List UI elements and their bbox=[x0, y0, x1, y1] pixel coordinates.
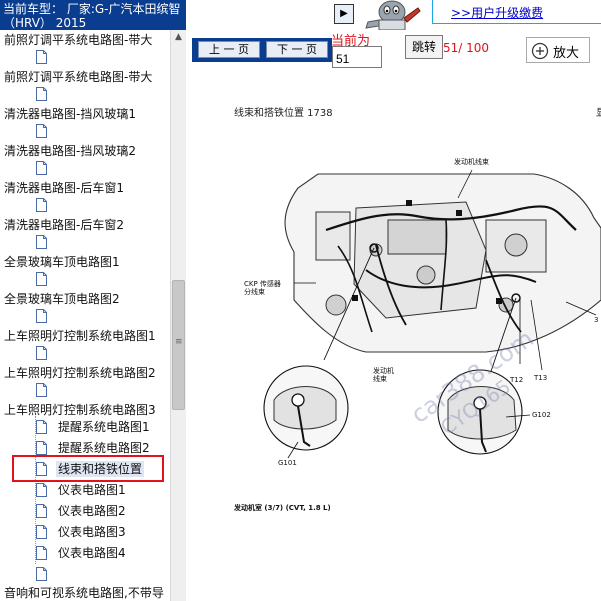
tree-sub-item[interactable]: 提醒系统电路图1 bbox=[30, 418, 170, 438]
upgrade-box: >>用户升级缴费 bbox=[432, 0, 601, 24]
tree-item-label: 清洗器电路图-后车窗2 bbox=[4, 218, 124, 232]
doc-icon bbox=[36, 346, 47, 360]
selection-highlight-box bbox=[12, 455, 164, 482]
doc-icon bbox=[36, 483, 47, 497]
doc-icon bbox=[36, 124, 47, 138]
doc-icon bbox=[36, 198, 47, 212]
tree-item-label: 前照灯调平系统电路图-带大 bbox=[4, 33, 153, 47]
vehicle-title: 当前车型： 厂家:G-广汽本田缤智（HRV） 2015 bbox=[3, 2, 181, 30]
doc-icon bbox=[36, 272, 47, 286]
doc-icon bbox=[36, 161, 47, 175]
label-g101: G101 bbox=[278, 459, 297, 467]
tree-item[interactable]: 前照灯调平系统电路图-带大 bbox=[0, 67, 170, 104]
mascot-icon bbox=[362, 0, 424, 31]
jump-button[interactable]: 跳转 bbox=[405, 35, 443, 59]
label-ckp-sensor-2: 分线束 bbox=[244, 288, 265, 296]
scroll-grip-icon: ≡ bbox=[175, 337, 183, 347]
upgrade-payment-link[interactable]: >>用户升级缴费 bbox=[451, 4, 543, 21]
catalog-tree: 前照灯调平系统电路图-带大 前照灯调平系统电路图-带大 清洗器电路图-挡风玻璃1… bbox=[0, 30, 170, 601]
label-t13: T13 bbox=[534, 374, 548, 382]
doc-icon bbox=[36, 383, 47, 397]
zoom-in-icon bbox=[531, 42, 549, 64]
tree-sub-item[interactable]: 仪表电路图4 bbox=[30, 544, 170, 564]
tree-item-label: 上车照明灯控制系统电路图3 bbox=[4, 403, 156, 417]
tree-item-label: 清洗器电路图-后车窗1 bbox=[4, 181, 124, 195]
tree-item-label: 清洗器电路图-挡风玻璃2 bbox=[4, 144, 136, 158]
tree-item[interactable]: 音响和可视系统电路图,不带导 bbox=[0, 583, 170, 601]
label-ckp-sensor: CKP 传感器 bbox=[244, 280, 281, 288]
doc-icon bbox=[36, 546, 47, 560]
doc-icon bbox=[36, 235, 47, 249]
doc-icon bbox=[36, 309, 47, 323]
tree-item[interactable]: 清洗器电路图-挡风玻璃2 bbox=[0, 141, 170, 178]
label-engine-harness: 发动机线束 bbox=[454, 158, 489, 166]
tree-item-label: 前照灯调平系统电路图-带大 bbox=[4, 70, 153, 84]
tree-sub-item-label: 提醒系统电路图2 bbox=[58, 441, 150, 455]
tree-item-label: 全景玻璃车顶电路图2 bbox=[4, 292, 120, 306]
label-engine-harness-side: 发动机 bbox=[373, 367, 394, 375]
tree-scrollbar[interactable]: ▲ ≡ bbox=[170, 30, 186, 601]
tree-sub-item-label: 提醒系统电路图1 bbox=[58, 420, 150, 434]
tree-sub-item-label: 仪表电路图1 bbox=[58, 483, 126, 497]
diagram-caption: 发动机室 (3/7) (CVT, 1.8 L) bbox=[234, 504, 331, 512]
tree-sub-item-label: 仪表电路图3 bbox=[58, 525, 126, 539]
tree-item[interactable]: 清洗器电路图-后车窗2 bbox=[0, 215, 170, 252]
doc-icon bbox=[36, 567, 47, 581]
label-t12: T12 bbox=[510, 376, 524, 384]
page-number-input[interactable] bbox=[332, 46, 382, 68]
left-pane: 当前车型： 厂家:G-广汽本田缤智（HRV） 2015 前照灯调平系统电路图-带… bbox=[0, 0, 186, 601]
tree-item[interactable]: 清洗器电路图-后车窗1 bbox=[0, 178, 170, 215]
toolbar: 上 一 页 下 一 页 当前为 跳转 51/ 100 放大 bbox=[186, 30, 601, 70]
doc-icon bbox=[36, 87, 47, 101]
zoom-in-label: 放大 bbox=[553, 46, 580, 61]
page-count: 51/ 100 bbox=[443, 41, 490, 55]
engine-bay-diagram bbox=[263, 169, 601, 459]
document-view[interactable]: 线束和搭铁位置 1738 显 bbox=[186, 70, 601, 601]
tree-item-label: 清洗器电路图-挡风玻璃1 bbox=[4, 107, 136, 121]
doc-icon bbox=[36, 504, 47, 518]
tree-sub-item-label: 仪表电路图4 bbox=[58, 546, 126, 560]
tree-item-label: 音响和可视系统电路图,不带导 bbox=[4, 586, 164, 600]
prev-page-button[interactable]: 上 一 页 bbox=[198, 41, 260, 58]
doc-icon bbox=[36, 420, 47, 434]
tree-item[interactable]: 全景玻璃车顶电路图2 bbox=[0, 289, 170, 326]
tree-item-label: 全景玻璃车顶电路图1 bbox=[4, 255, 120, 269]
zoom-in-button[interactable]: 放大 bbox=[526, 37, 590, 63]
scroll-up-arrow-icon[interactable]: ▲ bbox=[171, 30, 186, 45]
tree-item[interactable]: 上车照明灯控制系统电路图1 bbox=[0, 326, 170, 363]
tree-sub-item[interactable]: 仪表电路图1 bbox=[30, 481, 170, 501]
tree-item[interactable]: 清洗器电路图-挡风玻璃1 bbox=[0, 104, 170, 141]
collapse-arrow-icon[interactable]: ▶ bbox=[334, 4, 354, 24]
page-nav-strip: 上 一 页 下 一 页 bbox=[192, 38, 332, 62]
doc-icon bbox=[36, 441, 47, 455]
top-banner: ▶ >>用户升级缴费 bbox=[186, 0, 601, 31]
tree-sub-item[interactable]: 仪表电路图2 bbox=[30, 502, 170, 522]
tree-sub-item-label: 仪表电路图2 bbox=[58, 504, 126, 518]
vehicle-title-bar: 当前车型： 厂家:G-广汽本田缤智（HRV） 2015 bbox=[0, 0, 186, 30]
doc-icon bbox=[36, 50, 47, 64]
next-page-button[interactable]: 下 一 页 bbox=[266, 41, 328, 58]
tree-item[interactable]: 前照灯调平系统电路图-带大 bbox=[0, 30, 170, 67]
tree-sub-item[interactable] bbox=[30, 565, 170, 585]
tree-item-label: 上车照明灯控制系统电路图1 bbox=[4, 329, 156, 343]
tree-item[interactable]: 上车照明灯控制系统电路图2 bbox=[0, 363, 170, 400]
doc-icon bbox=[36, 525, 47, 539]
tree-sub-item[interactable]: 仪表电路图3 bbox=[30, 523, 170, 543]
label-g102: G102 bbox=[532, 411, 551, 419]
label-engine-harness-side-2: 线束 bbox=[373, 375, 387, 383]
scrollbar-thumb[interactable]: ≡ bbox=[172, 280, 185, 410]
label-right-mark: 3 bbox=[594, 316, 599, 324]
tree-item-label: 上车照明灯控制系统电路图2 bbox=[4, 366, 156, 380]
tree-item[interactable]: 全景玻璃车顶电路图1 bbox=[0, 252, 170, 289]
